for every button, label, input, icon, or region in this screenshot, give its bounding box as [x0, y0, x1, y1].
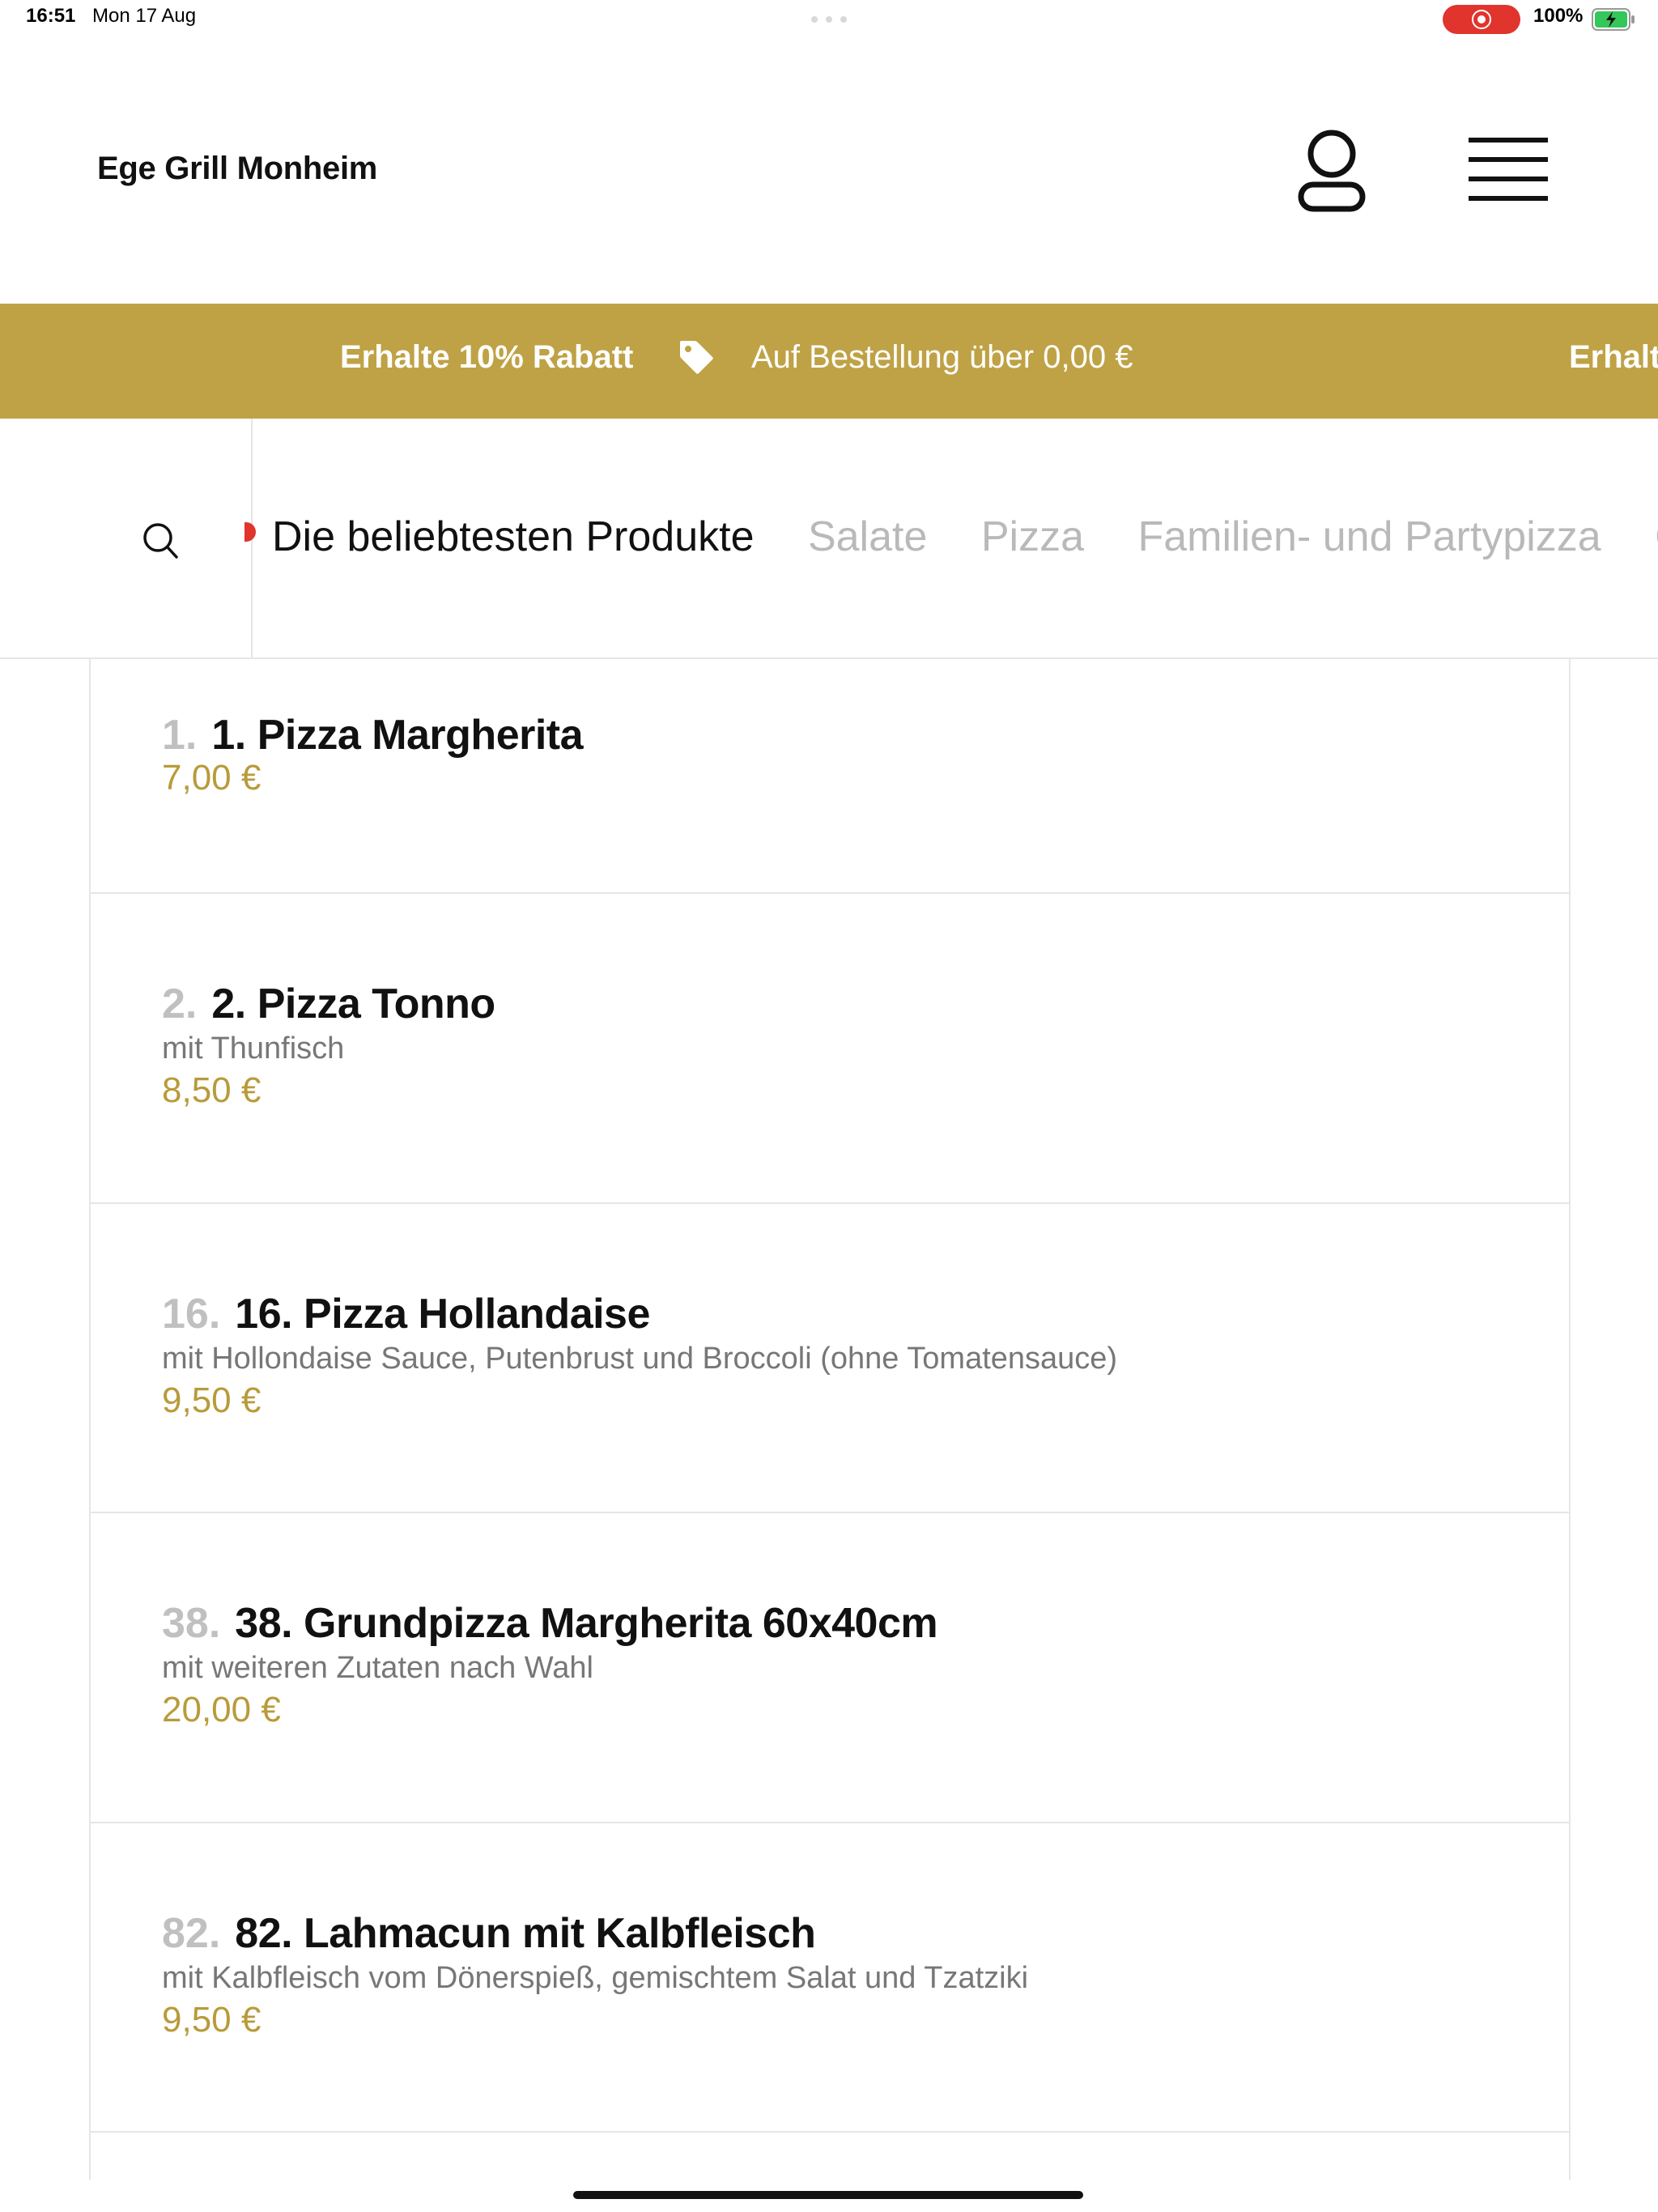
- menu-button[interactable]: [1464, 134, 1553, 207]
- multitasking-dots-icon[interactable]: [811, 16, 847, 23]
- tab-salads[interactable]: Salate: [808, 513, 927, 561]
- search-icon: [143, 523, 178, 559]
- home-indicator[interactable]: [573, 2191, 1083, 2199]
- product-name: 38. Grundpizza Margherita 60x40cm: [235, 1600, 938, 1647]
- product-row[interactable]: 38. 38. Grundpizza Margherita 60x40cm mit…: [91, 1513, 1569, 1823]
- product-name: 16. Pizza Hollandaise: [235, 1291, 650, 1338]
- product-row[interactable]: 16. 16. Pizza Hollandaise mit Hollondaise…: [91, 1204, 1569, 1513]
- product-title: 38. 38. Grundpizza Margherita 60x40cm: [162, 1599, 938, 1648]
- product-price: 8,50 €: [162, 1070, 261, 1110]
- product-title: 82. 82. Lahmacun mit Kalbfleisch: [162, 1909, 816, 1958]
- product-row[interactable]: 82. 82. Lahmacun mit Kalbfleisch mit Kalb…: [91, 1823, 1569, 2133]
- product-name: 1. Pizza Margherita: [211, 712, 584, 759]
- product-name: 82. Lahmacun mit Kalbfleisch: [235, 1910, 816, 1957]
- product-price: 9,50 €: [162, 1380, 261, 1420]
- tab-ca[interactable]: Ca: [1655, 513, 1658, 561]
- product-name: 2. Pizza Tonno: [211, 981, 495, 1027]
- screen-recording-indicator[interactable]: [1443, 5, 1520, 34]
- product-title: 1. 1. Pizza Margherita: [162, 711, 584, 759]
- battery-charging-icon: [1592, 8, 1635, 31]
- hamburger-menu-icon: [1469, 138, 1548, 201]
- product-description: mit weiteren Zutaten nach Wahl: [162, 1651, 593, 1685]
- status-date: Mon 17 Aug: [92, 5, 197, 27]
- user-account-button[interactable]: [1287, 126, 1376, 215]
- promo-title-repeat: Erhalt: [1569, 339, 1658, 375]
- brand-name[interactable]: Ege Grill Monheim: [97, 151, 377, 187]
- promo-subtitle: Auf Bestellung über 0,00 €: [751, 339, 1133, 375]
- product-number: 1.: [162, 712, 198, 759]
- status-time: 16:51: [26, 5, 76, 27]
- product-description: mit Thunfisch: [162, 1032, 345, 1066]
- product-title: 16. 16. Pizza Hollandaise: [162, 1290, 650, 1338]
- tab-popular-products[interactable]: Die beliebtesten Produkte: [272, 513, 755, 561]
- user-icon: [1298, 130, 1366, 212]
- product-price: 9,50 €: [162, 2000, 261, 2040]
- discount-banner: Erhalte 10% Rabatt Auf Bestellung über 0…: [0, 304, 1658, 419]
- product-number: 16.: [162, 1291, 221, 1338]
- status-bar: 16:51 Mon 17 Aug 100%: [0, 0, 1658, 39]
- battery-percentage: 100%: [1533, 5, 1584, 27]
- page: 16:51 Mon 17 Aug 100% Ege Grill Monheim …: [0, 0, 1658, 2212]
- product-row[interactable]: 2. 2. Pizza Tonno mit Thunfisch 8,50 €: [91, 894, 1569, 1204]
- category-indicator-dot: [244, 522, 256, 542]
- product-number: 2.: [162, 981, 198, 1027]
- product-price: 20,00 €: [162, 1690, 281, 1729]
- product-price: 7,00 €: [162, 758, 261, 798]
- product-number: 82.: [162, 1910, 221, 1957]
- product-title: 2. 2. Pizza Tonno: [162, 980, 495, 1028]
- promo-title: Erhalte 10% Rabatt: [340, 339, 634, 375]
- tab-pizza[interactable]: Pizza: [981, 513, 1084, 561]
- product-number: 38.: [162, 1600, 221, 1647]
- category-nav: Die beliebtesten Produkte Salate Pizza F…: [0, 419, 1658, 659]
- tag-icon: [680, 341, 713, 374]
- record-icon: [1472, 10, 1491, 29]
- category-tabs: Die beliebtesten Produkte Salate Pizza F…: [272, 513, 1658, 561]
- tab-family-party-pizza[interactable]: Familien- und Partypizza: [1137, 513, 1601, 561]
- product-description: mit Hollondaise Sauce, Putenbrust und Br…: [162, 1342, 1118, 1376]
- product-list: 1. 1. Pizza Margherita 7,00 € 2. 2. Pizza …: [89, 657, 1571, 2180]
- search-button[interactable]: [0, 419, 253, 657]
- product-description: mit Kalbfleisch vom Dönerspieß, gemischt…: [162, 1961, 1029, 1995]
- product-row[interactable]: 1. 1. Pizza Margherita 7,00 €: [91, 657, 1569, 894]
